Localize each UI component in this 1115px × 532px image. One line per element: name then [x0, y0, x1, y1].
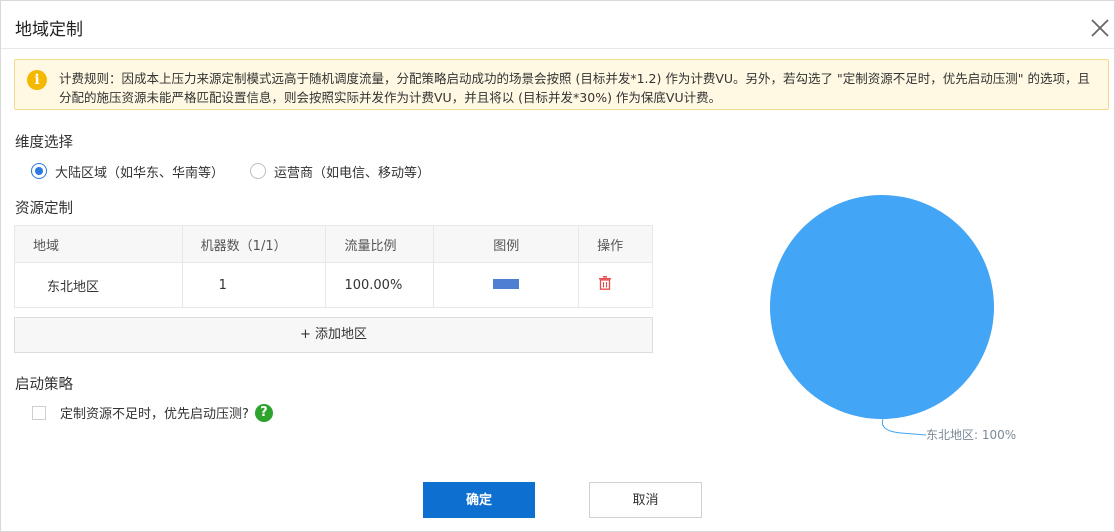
- cell-legend: [433, 262, 580, 308]
- radio-carrier[interactable]: [250, 163, 267, 179]
- pie-slice-label: 东北地区: 100%: [926, 428, 1016, 442]
- region-pie-chart: 东北地区: 100%: [770, 195, 1016, 442]
- dimension-label: 维度选择: [15, 135, 73, 151]
- col-legend: 图例: [433, 225, 580, 263]
- radio-mainland-region[interactable]: [31, 163, 47, 179]
- table-header-row: 地域 机器数（1/1） 流量比例 图例 操作: [14, 225, 653, 263]
- billing-notice-text: 计费规则：因成本上压力来源定制模式远高于随机调度流量，分配策略启动成功的场景会按…: [59, 71, 1090, 105]
- add-region-button[interactable]: + 添加地区: [14, 317, 653, 353]
- resource-table: 地域 机器数（1/1） 流量比例 图例 操作 东北地区 1 100.00%: [14, 225, 653, 308]
- priority-start-label[interactable]: 定制资源不足时，优先启动压测?: [60, 403, 249, 422]
- pie-leader-line: [881, 418, 927, 436]
- priority-start-option: 定制资源不足时，优先启动压测? ?: [32, 403, 273, 422]
- close-icon[interactable]: [1089, 17, 1111, 39]
- strategy-label: 启动策略: [15, 377, 73, 393]
- help-icon[interactable]: ?: [254, 403, 273, 422]
- legend-swatch: [493, 278, 520, 289]
- region-customize-dialog: 地域定制 i 计费规则：因成本上压力来源定制模式远高于随机调度流量，分配策略启动…: [0, 0, 1115, 532]
- dimension-radio-group: 大陆区域（如华东、华南等） 运营商（如电信、移动等）: [31, 161, 456, 181]
- cell-action: [578, 262, 653, 308]
- radio-mainland-region-label[interactable]: 大陆区域（如华东、华南等）: [55, 162, 224, 181]
- dialog-title: 地域定制: [15, 20, 83, 40]
- col-action: 操作: [578, 225, 653, 263]
- priority-start-checkbox[interactable]: [32, 405, 46, 420]
- col-region: 地域: [14, 225, 183, 263]
- cell-machines: 1: [181, 262, 327, 308]
- cancel-button[interactable]: 取消: [589, 482, 702, 518]
- pie-slice: [770, 195, 994, 419]
- col-ratio: 流量比例: [325, 225, 435, 263]
- cell-ratio: 100.00%: [325, 262, 435, 308]
- radio-carrier-label[interactable]: 运营商（如电信、移动等）: [274, 162, 430, 181]
- header-divider: [1, 48, 1114, 49]
- trash-icon[interactable]: [599, 276, 612, 290]
- resource-label: 资源定制: [15, 201, 73, 217]
- cell-region: 东北地区: [14, 262, 183, 308]
- billing-notice: i 计费规则：因成本上压力来源定制模式远高于随机调度流量，分配策略启动成功的场景…: [14, 59, 1109, 110]
- table-row: 东北地区 1 100.00%: [14, 262, 653, 308]
- col-machines: 机器数（1/1）: [181, 225, 327, 263]
- confirm-button[interactable]: 确定: [423, 482, 535, 518]
- info-icon: i: [27, 70, 47, 90]
